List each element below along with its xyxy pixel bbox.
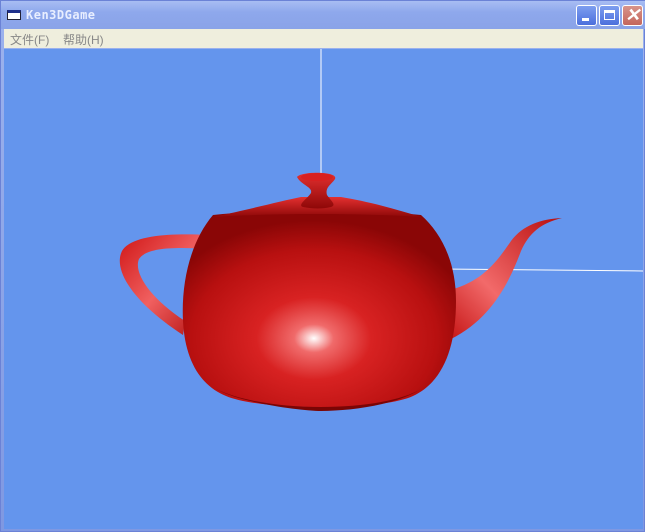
window-title: Ken3DGame: [26, 8, 96, 22]
window-icon: [7, 10, 21, 20]
teapot-spout: [446, 218, 562, 339]
app-window: Ken3DGame ✕ 文件(F) 帮助(H): [0, 0, 645, 532]
title-bar[interactable]: Ken3DGame ✕: [1, 1, 645, 29]
menu-help[interactable]: 帮助(H): [63, 31, 104, 48]
menu-file[interactable]: 文件(F): [10, 31, 49, 48]
minimize-button[interactable]: [576, 5, 597, 26]
teapot-body: [182, 210, 456, 408]
close-icon: ✕: [625, 5, 641, 25]
knob-top: [301, 173, 333, 181]
render-viewport[interactable]: [4, 49, 643, 529]
teapot-scene: [119, 49, 643, 411]
x-axis-line: [440, 268, 643, 272]
minimize-icon: [582, 18, 589, 21]
menu-bar: 文件(F) 帮助(H): [4, 29, 643, 48]
maximize-button[interactable]: [599, 5, 620, 26]
maximize-icon: [604, 10, 615, 20]
close-button[interactable]: ✕: [622, 5, 643, 26]
